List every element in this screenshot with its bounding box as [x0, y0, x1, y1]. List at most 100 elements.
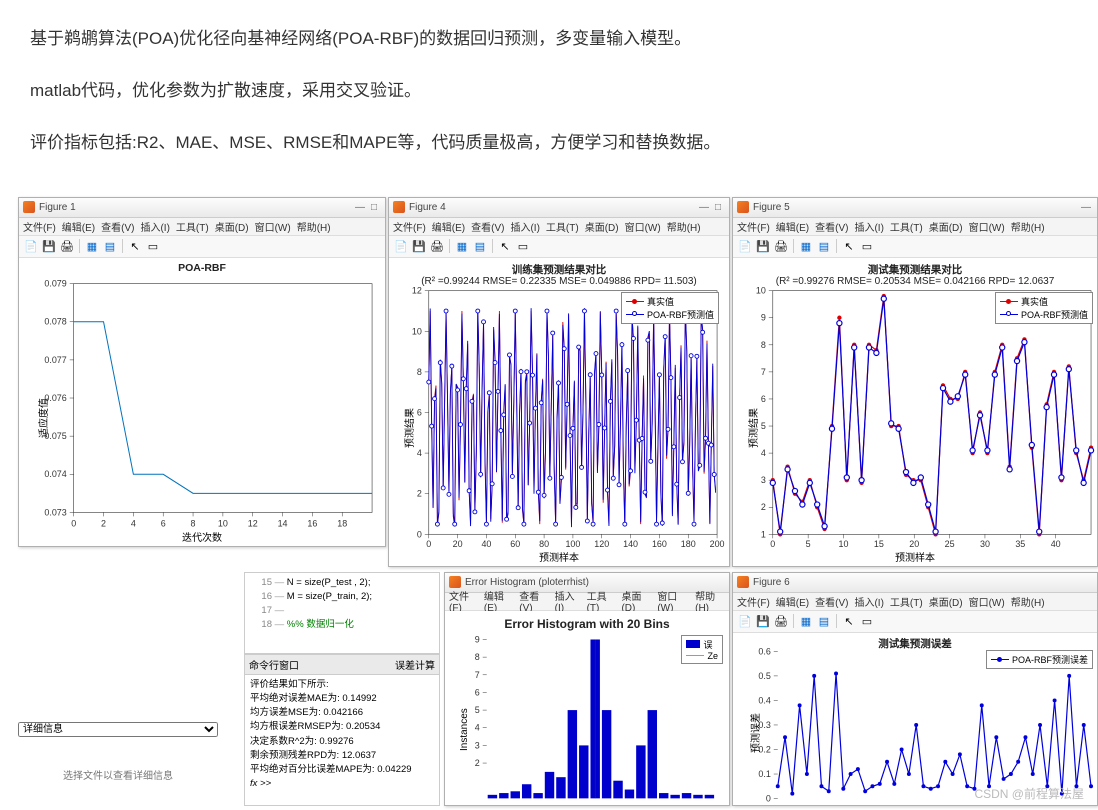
fig6-menubar[interactable]: 文件(F)编辑(E)查看(V)插入(I)工具(T)桌面(D)窗口(W)帮助(H)	[733, 593, 1097, 611]
svg-text:2: 2	[417, 488, 422, 498]
errhist-chart-title: Error Histogram with 20 Bins	[445, 617, 729, 631]
svg-text:18: 18	[337, 518, 347, 528]
svg-text:0: 0	[770, 539, 775, 549]
save-icon[interactable]: 💾	[41, 238, 57, 254]
intro-p2: matlab代码，优化参数为扩散速度，采用交叉验证。	[30, 77, 1068, 104]
svg-text:4: 4	[761, 448, 766, 458]
errhist-legend: 误 Ze	[681, 635, 723, 664]
svg-text:7: 7	[761, 366, 766, 376]
svg-text:8: 8	[475, 652, 480, 662]
svg-text:5: 5	[806, 539, 811, 549]
svg-text:15: 15	[874, 539, 884, 549]
error-histogram-window: Error Histogram (ploterrhist) 文件(F)编辑(E)…	[444, 572, 730, 806]
svg-text:0.079: 0.079	[44, 278, 66, 288]
svg-text:0.4: 0.4	[758, 695, 770, 705]
svg-text:8: 8	[191, 518, 196, 528]
svg-text:10: 10	[218, 518, 228, 528]
print-icon[interactable]: 🖨	[59, 238, 75, 254]
grid2-icon[interactable]: ▤	[102, 238, 118, 254]
details-pane: 详细信息 选择文件以查看详细信息	[18, 722, 218, 782]
svg-text:40: 40	[1051, 539, 1061, 549]
svg-text:60: 60	[510, 539, 520, 549]
fig5-menubar[interactable]: 文件(F)编辑(E)查看(V)插入(I)工具(T)桌面(D)窗口(W)帮助(H)	[733, 218, 1097, 236]
errhist-menubar[interactable]: 文件(F)编辑(E)查看(V)插入(I)工具(T)桌面(D)窗口(W)帮助(H)	[445, 593, 729, 611]
svg-text:0: 0	[417, 529, 422, 539]
svg-text:8: 8	[417, 366, 422, 376]
fig5-chart-title: 测试集预测结果对比	[733, 262, 1097, 277]
intro-p1: 基于鹈鹕算法(POA)优化径向基神经网络(POA-RBF)的数据回归预测，多变量…	[30, 25, 1068, 52]
fig1-chart-title: POA-RBF	[19, 262, 385, 274]
fig6-title: Figure 6	[753, 577, 790, 588]
fig1-titlebar[interactable]: Figure 1 —□	[19, 198, 385, 218]
fig5-ylabel: 预测结果	[745, 408, 760, 448]
fig4-subtitle: (R² =0.99244 RMSE= 0.22335 MSE= 0.049886…	[389, 276, 729, 287]
fig4-xlabel: 预测样本	[389, 549, 729, 564]
svg-text:2: 2	[475, 758, 480, 768]
fig4-chart-title: 训练集预测结果对比	[389, 262, 729, 277]
svg-text:0: 0	[426, 539, 431, 549]
svg-text:6: 6	[475, 687, 480, 697]
svg-text:20: 20	[909, 539, 919, 549]
figure-1-window: Figure 1 —□ 文件(F)编辑(E)查看(V)插入(I)工具(T)桌面(…	[18, 197, 386, 547]
svg-text:200: 200	[710, 539, 725, 549]
fig5-xlabel: 预测样本	[733, 549, 1097, 564]
svg-text:5: 5	[475, 705, 480, 715]
svg-text:1: 1	[761, 529, 766, 539]
svg-text:40: 40	[481, 539, 491, 549]
svg-text:30: 30	[980, 539, 990, 549]
svg-text:2: 2	[101, 518, 106, 528]
svg-text:20: 20	[453, 539, 463, 549]
errhist-title: Error Histogram (ploterrhist)	[465, 577, 589, 588]
svg-text:0.1: 0.1	[758, 769, 770, 779]
svg-text:8: 8	[761, 339, 766, 349]
svg-text:14: 14	[278, 518, 288, 528]
svg-text:12: 12	[248, 518, 258, 528]
fig6-toolbar[interactable]: 📄💾🖨▦▤↖▭	[733, 611, 1097, 633]
svg-text:100: 100	[565, 539, 580, 549]
rect-icon[interactable]: ▭	[145, 238, 161, 254]
svg-text:2: 2	[761, 502, 766, 512]
figure-6-window: Figure 6 文件(F)编辑(E)查看(V)插入(I)工具(T)桌面(D)窗…	[732, 572, 1098, 806]
svg-text:9: 9	[761, 312, 766, 322]
fig1-toolbar[interactable]: 📄 💾 🖨 ▦ ▤ ↖ ▭	[19, 236, 385, 258]
svg-text:7: 7	[475, 669, 480, 679]
figure-4-window: Figure 4—□ 文件(F)编辑(E)查看(V)插入(I)工具(T)桌面(D…	[388, 197, 730, 567]
details-select[interactable]: 详细信息	[18, 722, 218, 737]
fig4-toolbar[interactable]: 📄💾🖨 ▦▤ ↖▭	[389, 236, 729, 258]
svg-text:4: 4	[417, 448, 422, 458]
svg-text:180: 180	[681, 539, 696, 549]
svg-text:0: 0	[766, 793, 771, 803]
svg-text:140: 140	[623, 539, 638, 549]
matlab-icon	[23, 201, 35, 213]
footer-credit: CSDN @前程算法屋	[974, 785, 1084, 802]
pointer-icon[interactable]: ↖	[127, 238, 143, 254]
details-hint: 选择文件以查看详细信息	[18, 767, 218, 782]
window-buttons[interactable]: —□	[353, 202, 381, 213]
svg-text:0.078: 0.078	[44, 316, 66, 326]
fig5-toolbar[interactable]: 📄💾🖨▦▤↖▭	[733, 236, 1097, 258]
cmd-subtitle: 误差计算	[395, 657, 435, 672]
figure-5-window: Figure 5— 文件(F)编辑(E)查看(V)插入(I)工具(T)桌面(D)…	[732, 197, 1098, 567]
grid-icon[interactable]: ▦	[84, 238, 100, 254]
svg-text:4: 4	[475, 722, 480, 732]
svg-text:10: 10	[412, 326, 422, 336]
new-icon[interactable]: 📄	[23, 238, 39, 254]
svg-text:0.073: 0.073	[44, 507, 66, 517]
command-window[interactable]: 命令行窗口误差计算 评价结果如下所示:平均绝对误差MAE为: 0.14992均方…	[244, 654, 440, 806]
svg-text:3: 3	[475, 740, 480, 750]
svg-text:35: 35	[1015, 539, 1025, 549]
svg-text:80: 80	[539, 539, 549, 549]
fig4-title: Figure 4	[409, 202, 446, 213]
fig1-xlabel: 迭代次数	[19, 529, 385, 544]
fig6-chart-title: 测试集预测误差	[733, 636, 1097, 651]
fig5-subtitle: (R² =0.99276 RMSE= 0.20534 MSE= 0.042166…	[733, 276, 1097, 287]
errhist-ylabel: Instances	[459, 708, 470, 751]
fig4-menubar[interactable]: 文件(F)编辑(E)查看(V)插入(I)工具(T)桌面(D)窗口(W)帮助(H)	[389, 218, 729, 236]
cmd-title: 命令行窗口	[249, 657, 299, 672]
svg-text:0.074: 0.074	[44, 469, 66, 479]
fig1-menubar[interactable]: 文件(F)编辑(E)查看(V)插入(I)工具(T)桌面(D)窗口(W)帮助(H)	[19, 218, 385, 236]
fig1-ylabel: 适应度值	[35, 398, 50, 438]
svg-text:10: 10	[756, 285, 766, 295]
svg-text:160: 160	[652, 539, 667, 549]
svg-text:0.077: 0.077	[44, 354, 66, 364]
